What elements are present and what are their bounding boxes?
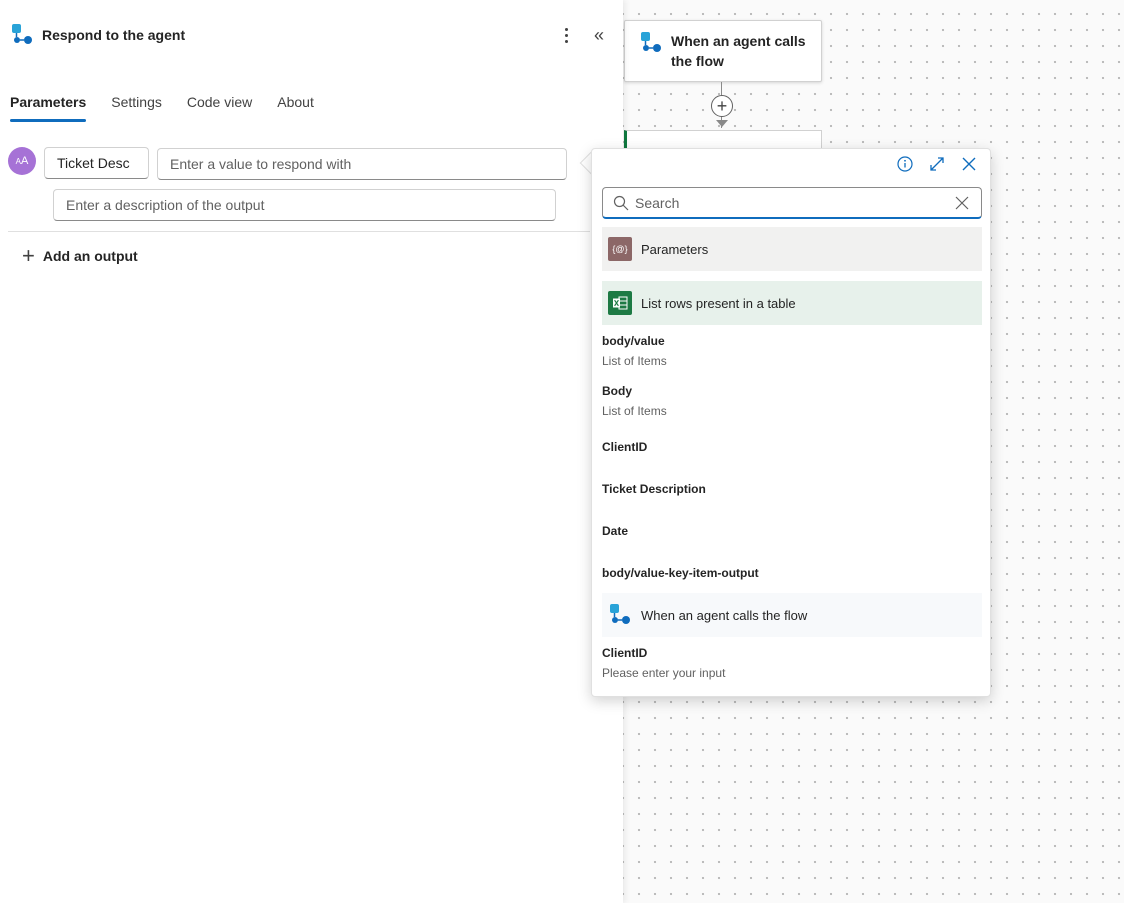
expand-icon[interactable] <box>928 155 946 173</box>
info-icon[interactable] <box>896 155 914 173</box>
agent-flow-icon <box>610 604 630 624</box>
add-output-label: Add an output <box>42 248 138 264</box>
group-list-rows[interactable]: List rows present in a table <box>602 281 982 325</box>
group-parameters[interactable]: {@} Parameters <box>602 227 982 271</box>
popup-toolbar <box>896 155 978 173</box>
search-input[interactable] <box>635 194 955 211</box>
token-description: List of Items <box>602 404 667 418</box>
token-description: List of Items <box>602 354 667 368</box>
excel-icon <box>608 291 632 315</box>
token-name: ClientID <box>602 440 648 454</box>
output-type-avatar: AA <box>8 147 36 175</box>
token-item[interactable]: ClientID Please enter your input <box>602 645 982 681</box>
token-name: body/value-key-item-output <box>602 566 759 580</box>
token-name: ClientID <box>602 646 648 660</box>
output-description-field[interactable]: Enter a description of the output <box>53 189 556 221</box>
trigger-card-title: When an agent calls the flow <box>671 33 806 69</box>
insert-step-button[interactable]: + <box>711 95 733 117</box>
action-panel: Respond to the agent « Parameters Settin… <box>0 0 623 903</box>
close-icon[interactable] <box>960 155 978 173</box>
token-item[interactable]: Date <box>602 523 982 539</box>
token-item[interactable]: ClientID <box>602 439 982 455</box>
group-list-rows-label: List rows present in a table <box>641 295 796 311</box>
group-agent-trigger-label: When an agent calls the flow <box>641 607 808 623</box>
divider <box>8 231 590 232</box>
tab-parameters[interactable]: Parameters <box>10 94 87 122</box>
agent-flow-icon <box>641 32 661 52</box>
connector-arrow <box>716 120 728 127</box>
search-icon <box>613 195 629 210</box>
tab-code-view[interactable]: Code view <box>187 94 252 122</box>
panel-header: Respond to the agent <box>10 23 185 47</box>
token-item[interactable]: body/value-key-item-output <box>602 565 982 581</box>
parameters-icon: {@} <box>608 237 632 261</box>
tab-settings[interactable]: Settings <box>111 94 162 122</box>
panel-title: Respond to the agent <box>42 27 186 43</box>
clear-search-icon[interactable] <box>955 196 969 210</box>
token-item[interactable]: body/value List of Items <box>602 333 982 369</box>
token-item[interactable]: Body List of Items <box>602 383 982 419</box>
output-name-field[interactable]: Ticket Desc <box>44 147 149 179</box>
plus-icon: + <box>22 243 35 268</box>
panel-tabs: Parameters Settings Code view About <box>10 94 339 122</box>
token-name: Date <box>602 524 629 538</box>
output-value-field[interactable]: Enter a value to respond with <box>157 148 567 180</box>
add-output-button[interactable]: + Add an output <box>22 243 138 268</box>
group-agent-trigger[interactable]: When an agent calls the flow <box>602 593 982 637</box>
group-parameters-label: Parameters <box>641 241 709 257</box>
tab-about[interactable]: About <box>277 94 314 122</box>
collapse-panel-icon[interactable]: « <box>594 25 604 45</box>
dynamic-content-popup: {@} Parameters List rows present in a ta… <box>591 148 991 697</box>
more-options-button[interactable] <box>558 24 574 46</box>
trigger-card[interactable]: When an agent calls the flow <box>624 20 822 82</box>
token-name: body/value <box>602 334 665 348</box>
token-description: Please enter your input <box>602 666 726 680</box>
token-item[interactable]: Ticket Description <box>602 481 982 497</box>
search-box <box>602 187 982 219</box>
token-name: Body <box>602 384 632 398</box>
agent-flow-icon <box>12 24 32 44</box>
token-name: Ticket Description <box>602 482 706 496</box>
